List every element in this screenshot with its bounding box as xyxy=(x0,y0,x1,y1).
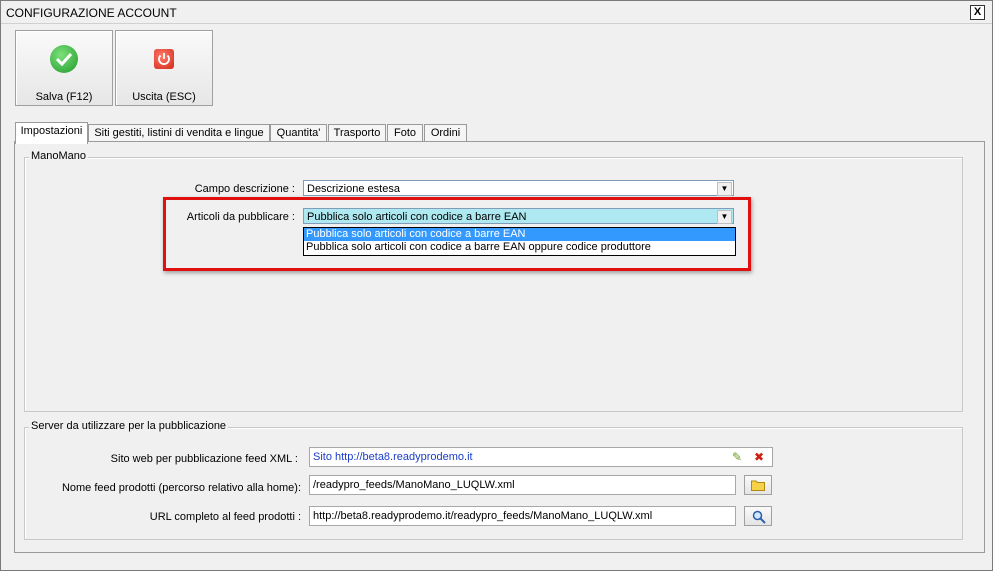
sito-value: Sito http://beta8.readyprodemo.it xyxy=(313,451,473,463)
articoli-value: Pubblica solo articoli con codice a barr… xyxy=(307,211,527,223)
nome-value: /readypro_feeds/ManoMano_LUQLW.xml xyxy=(313,479,515,491)
search-icon xyxy=(752,510,766,524)
articoli-select[interactable]: Pubblica solo articoli con codice a barr… xyxy=(303,208,734,224)
url-field[interactable]: http://beta8.readyprodemo.it/readypro_fe… xyxy=(309,506,736,526)
server-group-title: Server da utilizzare per la pubblicazion… xyxy=(29,420,229,432)
config-window: CONFIGURAZIONE ACCOUNT X Salva (F12) Usc… xyxy=(0,0,993,571)
descrizione-select[interactable]: Descrizione estesa ▼ xyxy=(303,180,734,196)
articoli-label: Articoli da pubblicare : xyxy=(186,211,295,223)
delete-icon[interactable]: ✖ xyxy=(754,448,764,466)
tab-panel-impostazioni: ManoMano Campo descrizione : Descrizione… xyxy=(14,141,985,553)
folder-icon xyxy=(751,480,765,491)
chevron-down-icon[interactable]: ▼ xyxy=(717,210,732,224)
window-title: CONFIGURAZIONE ACCOUNT xyxy=(6,6,177,20)
save-button[interactable]: Salva (F12) xyxy=(15,30,113,106)
power-icon xyxy=(150,45,178,73)
server-group: Server da utilizzare per la pubblicazion… xyxy=(24,420,963,540)
dropdown-option[interactable]: Pubblica solo articoli con codice a barr… xyxy=(304,241,735,254)
dropdown-option[interactable]: Pubblica solo articoli con codice a barr… xyxy=(304,228,735,241)
exit-button[interactable]: Uscita (ESC) xyxy=(115,30,213,106)
descrizione-value: Descrizione estesa xyxy=(307,183,400,195)
articoli-dropdown-list: Pubblica solo articoli con codice a barr… xyxy=(303,227,736,256)
chevron-down-icon[interactable]: ▼ xyxy=(717,182,732,196)
pencil-icon[interactable]: ✎ xyxy=(732,448,742,466)
search-button[interactable] xyxy=(744,506,772,526)
url-label: URL completo al feed prodotti : xyxy=(149,511,301,523)
close-button[interactable]: X xyxy=(970,5,985,20)
title-bar: CONFIGURAZIONE ACCOUNT X xyxy=(1,1,992,24)
exit-button-label: Uscita (ESC) xyxy=(132,91,196,103)
checkmark-icon xyxy=(50,45,78,73)
url-value: http://beta8.readyprodemo.it/readypro_fe… xyxy=(313,510,653,522)
tab-impostazioni[interactable]: Impostazioni xyxy=(15,122,88,144)
nome-label: Nome feed prodotti (percorso relativo al… xyxy=(61,482,301,494)
folder-button[interactable] xyxy=(744,475,772,495)
manomano-group: ManoMano Campo descrizione : Descrizione… xyxy=(24,150,963,412)
save-button-label: Salva (F12) xyxy=(35,91,93,103)
sito-field[interactable]: Sito http://beta8.readyprodemo.it ✎ ✖ xyxy=(309,447,773,467)
manomano-group-title: ManoMano xyxy=(29,150,89,162)
descrizione-label: Campo descrizione : xyxy=(194,183,295,195)
sito-label: Sito web per pubblicazione feed XML : xyxy=(110,453,298,465)
nome-field[interactable]: /readypro_feeds/ManoMano_LUQLW.xml xyxy=(309,475,736,495)
